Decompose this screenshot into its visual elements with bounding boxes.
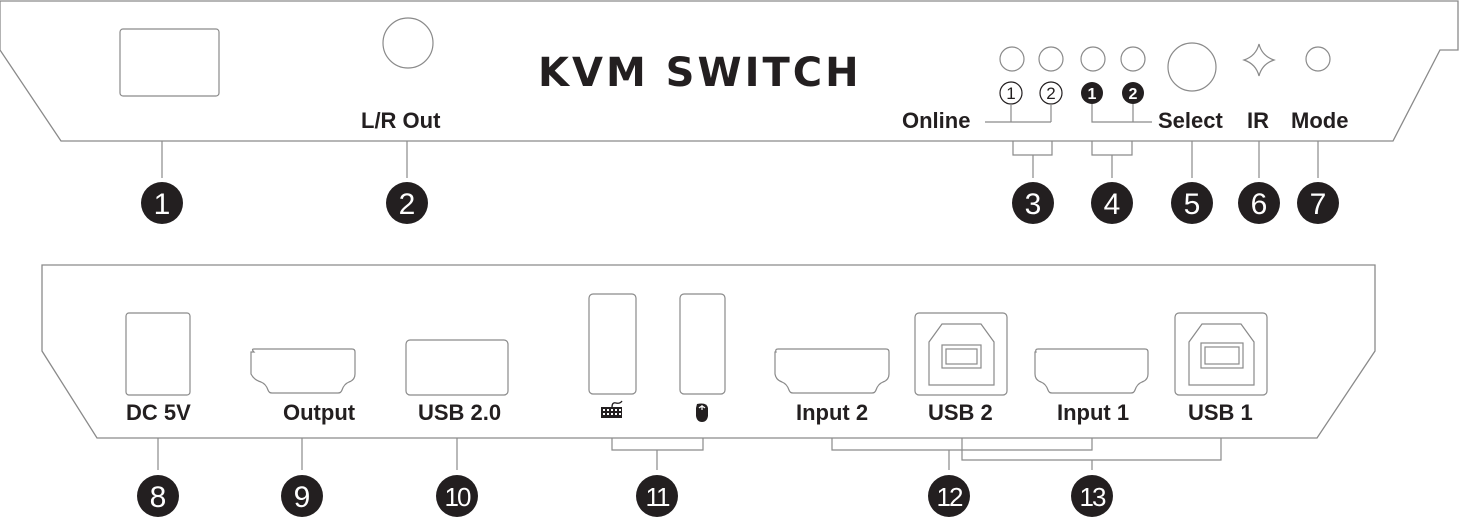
output-label: Output — [283, 400, 356, 425]
callout-13: 13 — [1071, 475, 1113, 517]
online-number-1: 1 — [999, 81, 1023, 105]
hdmi-input-2-port[interactable] — [774, 348, 890, 394]
select-number-2: 2 — [1122, 82, 1144, 104]
callout-1: 1 — [141, 182, 183, 224]
kvm-switch-diagram: L/R Out KVM SWITCH 1 2 1 2 Online Select — [0, 0, 1459, 517]
callout-11: 11 — [636, 475, 678, 517]
usb2-label: USB 2 — [928, 400, 993, 425]
rear-leaders — [157, 438, 1222, 470]
svg-text:2: 2 — [1129, 86, 1138, 103]
svg-text:2: 2 — [399, 188, 416, 221]
usb1-label: USB 1 — [1188, 400, 1253, 425]
callout-10: 10 — [436, 475, 478, 517]
callout-8: 8 — [137, 475, 179, 517]
mouse-usb-port[interactable] — [679, 293, 726, 395]
product-title: KVM SWITCH — [538, 50, 862, 96]
dc-power-port[interactable] — [125, 312, 191, 396]
svg-text:5: 5 — [1184, 188, 1201, 221]
input2-label: Input 2 — [796, 400, 868, 425]
callout-12: 12 — [928, 475, 970, 517]
callout-4: 4 — [1091, 182, 1133, 224]
online-led-1 — [999, 46, 1025, 72]
rear-panel: DC 5V Output USB 2.0 Input 2 USB 2 Input… — [41, 264, 1376, 439]
usb-b-port-1[interactable] — [1174, 312, 1268, 396]
front-leaders — [161, 141, 1319, 178]
online-number-2: 2 — [1039, 81, 1063, 105]
usb20-label: USB 2.0 — [418, 400, 501, 425]
input1-label: Input 1 — [1057, 400, 1129, 425]
callout-2: 2 — [386, 182, 428, 224]
hdmi-output-port[interactable] — [250, 348, 356, 394]
usb-b-port-2[interactable] — [914, 312, 1008, 396]
hdmi-input-1-port[interactable] — [1034, 348, 1149, 394]
display-window — [119, 28, 220, 97]
svg-text:1: 1 — [154, 188, 171, 221]
online-led-2 — [1038, 46, 1064, 72]
svg-text:1: 1 — [1088, 86, 1097, 103]
lr-out-label: L/R Out — [361, 108, 441, 133]
keyboard-usb-port[interactable] — [588, 293, 637, 395]
select-led-1 — [1080, 46, 1106, 72]
callout-9: 9 — [281, 475, 323, 517]
svg-text:10: 10 — [445, 482, 471, 512]
svg-text:2: 2 — [1046, 84, 1055, 103]
svg-text:4: 4 — [1104, 188, 1121, 221]
audio-out-jack — [382, 17, 434, 69]
dc-label: DC 5V — [126, 400, 191, 425]
svg-text:9: 9 — [294, 481, 311, 514]
svg-text:6: 6 — [1251, 188, 1268, 221]
select-number-1: 1 — [1081, 82, 1103, 104]
ir-label: IR — [1247, 108, 1269, 133]
svg-text:13: 13 — [1080, 482, 1106, 512]
mode-label: Mode — [1291, 108, 1348, 133]
svg-text:1: 1 — [1006, 84, 1015, 103]
select-button[interactable] — [1167, 42, 1217, 92]
mode-button[interactable] — [1305, 46, 1331, 72]
front-panel: L/R Out KVM SWITCH 1 2 1 2 Online Select — [0, 0, 1459, 142]
select-label: Select — [1158, 108, 1223, 133]
svg-text:12: 12 — [937, 482, 963, 512]
select-led-2 — [1120, 46, 1146, 72]
callout-7: 7 — [1297, 182, 1339, 224]
usb20-port[interactable] — [405, 339, 509, 396]
svg-text:11: 11 — [646, 482, 671, 512]
callout-5: 5 — [1171, 182, 1213, 224]
callout-3: 3 — [1012, 182, 1054, 224]
online-label: Online — [902, 108, 970, 133]
svg-text:8: 8 — [150, 481, 167, 514]
callout-6: 6 — [1238, 182, 1280, 224]
svg-text:7: 7 — [1310, 188, 1327, 221]
mouse-icon — [696, 403, 708, 422]
svg-text:3: 3 — [1025, 188, 1042, 221]
